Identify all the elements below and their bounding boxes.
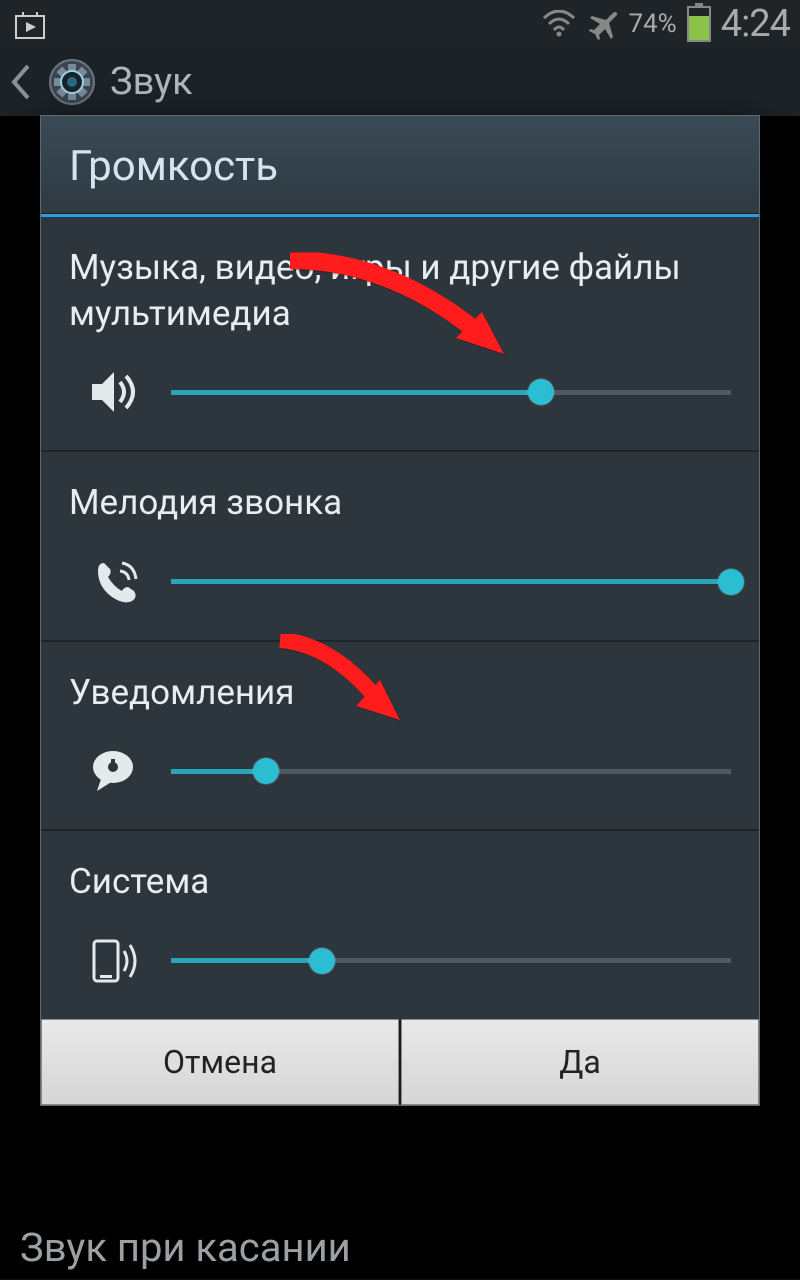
volume-label-media: Музыка, видео, игры и другие файлы мульт…	[69, 245, 731, 336]
volume-section-notifications: Уведомления	[41, 642, 759, 832]
volume-section-media: Музыка, видео, игры и другие файлы мульт…	[41, 217, 759, 452]
ok-button-label: Да	[559, 1043, 600, 1081]
volume-label-ringtone: Мелодия звонка	[69, 480, 731, 526]
volume-slider-system[interactable]	[171, 947, 731, 975]
ok-button[interactable]: Да	[401, 1019, 759, 1105]
volume-slider-ringtone[interactable]	[171, 568, 731, 596]
volume-slider-media[interactable]	[171, 378, 731, 406]
volume-dialog: Громкость Музыка, видео, игры и другие ф…	[40, 115, 760, 1106]
device-sound-icon	[87, 937, 147, 985]
volume-label-system: Система	[69, 859, 731, 905]
dialog-mask: Громкость Музыка, видео, игры и другие ф…	[0, 0, 800, 1280]
phone-ringing-icon	[87, 558, 147, 606]
dialog-title: Громкость	[41, 116, 759, 214]
volume-label-notifications: Уведомления	[69, 670, 731, 716]
speaker-icon	[87, 368, 147, 416]
dialog-button-bar: Отмена Да	[41, 1019, 759, 1105]
volume-section-ringtone: Мелодия звонка	[41, 452, 759, 642]
cancel-button-label: Отмена	[163, 1043, 277, 1081]
cancel-button[interactable]: Отмена	[41, 1019, 399, 1105]
notification-icon	[87, 747, 147, 795]
volume-slider-notifications[interactable]	[171, 757, 731, 785]
volume-section-system: Система	[41, 831, 759, 1019]
